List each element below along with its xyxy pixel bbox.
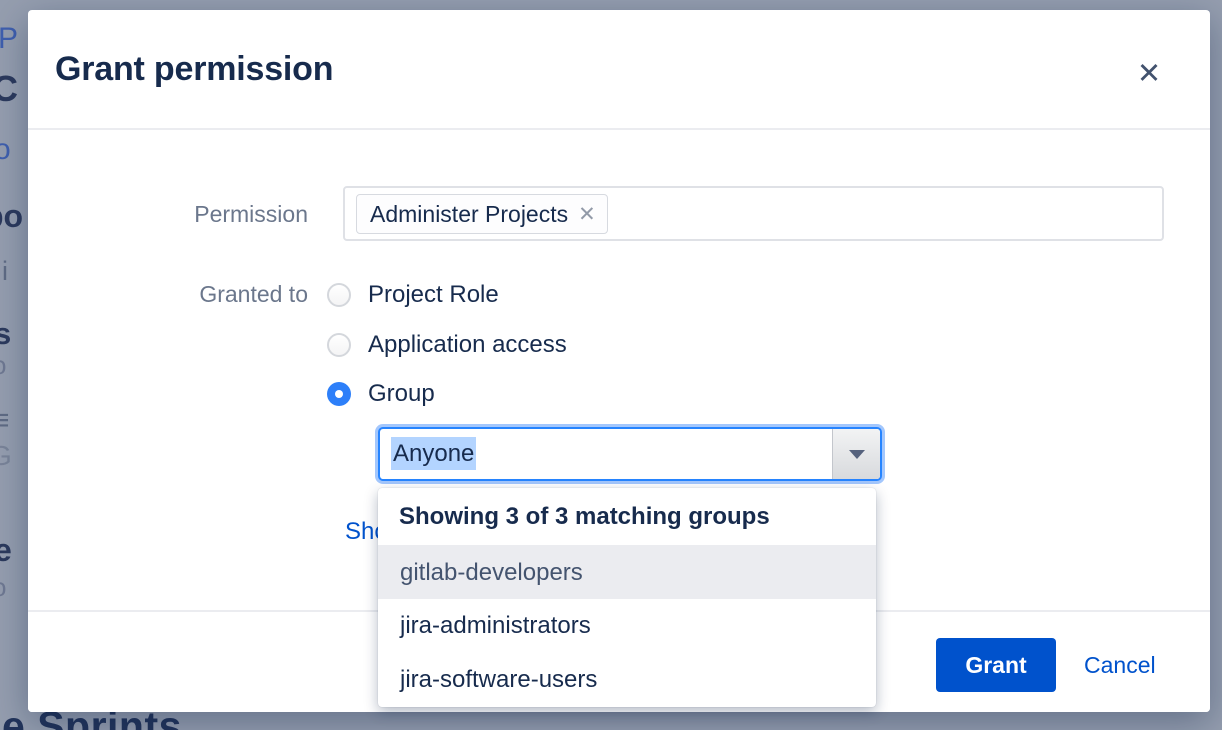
group-select-value: Anyone [391,429,476,479]
radio-label: Project Role [368,281,499,309]
dialog-title: Grant permission [55,50,333,89]
cancel-button[interactable]: Cancel [1078,638,1162,692]
grant-permission-dialog: Grant permission ✕ Permission Administer… [28,10,1210,712]
background-text-fragment: i [2,256,8,287]
tag-remove-icon[interactable]: ✕ [578,202,596,226]
radio-label: Group [368,380,435,408]
background-text-fragment: o [0,572,6,603]
background-text-fragment: e [0,532,12,569]
caret-down-icon [849,450,865,459]
radio-circle-checked[interactable] [327,382,351,406]
radio-label: Application access [368,331,567,359]
grant-button[interactable]: Grant [936,638,1056,692]
background-text-fragment: C [0,68,18,110]
background-text-fragment: o [0,133,11,167]
select-dropdown-button[interactable] [832,429,880,479]
permission-label: Permission [108,201,308,228]
radio-application-access[interactable]: Application access [327,322,567,368]
close-button[interactable]: ✕ [1126,52,1172,94]
radio-group[interactable]: Group [327,371,435,417]
dropdown-option-jira-administrators[interactable]: jira-administrators [378,599,876,653]
background-text-fragment: s [0,316,11,352]
background-text-fragment: po [0,198,23,235]
dialog-header: Grant permission ✕ [28,10,1210,130]
radio-project-role[interactable]: Project Role [327,272,499,318]
permission-field[interactable]: Administer Projects ✕ [343,186,1164,241]
group-select-combobox[interactable]: Anyone [378,427,882,481]
background-text-fragment: P [0,22,18,56]
background-text-fragment: ≡ [0,404,10,438]
radio-circle-unchecked[interactable] [327,283,351,307]
group-dropdown-listbox: Showing 3 of 3 matching groups gitlab-de… [378,488,876,707]
permission-tag: Administer Projects ✕ [356,194,608,234]
close-icon: ✕ [1137,56,1161,90]
dropdown-option-jira-software-users[interactable]: jira-software-users [378,653,876,707]
group-select-value-text: Anyone [391,437,476,470]
radio-circle-unchecked[interactable] [327,333,351,357]
permission-tag-label: Administer Projects [370,201,568,228]
granted-to-label: Granted to [108,281,308,308]
dropdown-option-gitlab-developers[interactable]: gitlab-developers [378,547,876,599]
background-text-fragment: G [0,440,12,472]
background-text-fragment: o [0,350,6,381]
dropdown-header: Showing 3 of 3 matching groups [378,488,876,547]
